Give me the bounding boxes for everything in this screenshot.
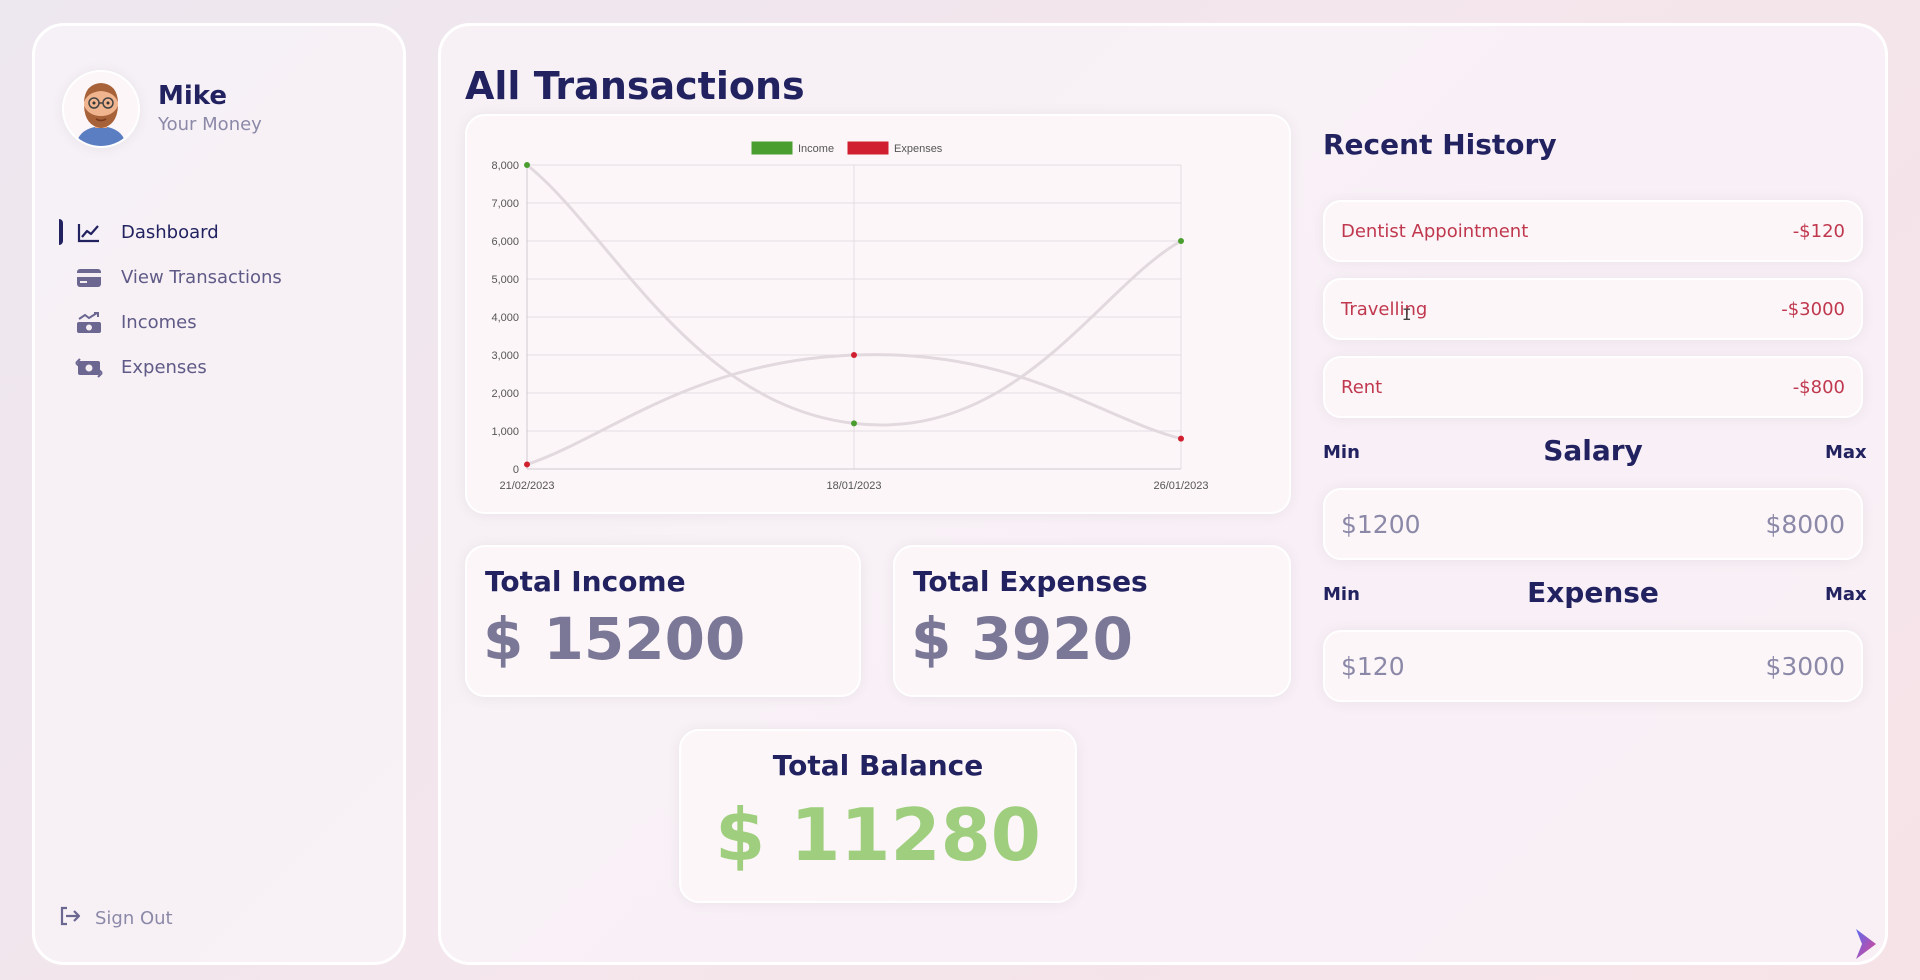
money-bill-transfer-icon <box>75 357 103 379</box>
total-expenses-title: Total Expenses <box>913 565 1148 598</box>
sidebar-item-label: Incomes <box>121 312 197 333</box>
legend-swatch <box>847 141 889 155</box>
total-expenses-value: $ 3920 <box>911 605 1133 673</box>
profile: Mike Your Money <box>62 70 262 148</box>
avatar <box>62 70 140 148</box>
y-tick-label: 2,000 <box>491 388 519 400</box>
app-logo-icon <box>1856 929 1876 959</box>
sidebar-item-label: Dashboard <box>121 222 219 243</box>
sidebar-item-label: Expenses <box>121 357 207 378</box>
legend-swatch <box>751 141 793 155</box>
total-expenses-card: Total Expenses $ 3920 <box>893 545 1291 697</box>
expense-title: Expense <box>1527 576 1659 609</box>
expense-max-value: $3000 <box>1765 651 1845 681</box>
money-bill-trend-up-icon <box>75 311 103 334</box>
legend-label: Expenses <box>894 143 943 155</box>
history-item-amount: -$3000 <box>1781 298 1845 320</box>
expense-range: $120 $3000 <box>1323 630 1863 702</box>
history-item[interactable]: Rent -$800 <box>1323 356 1863 418</box>
page-title: All Transactions <box>465 64 805 108</box>
y-tick-label: 3,000 <box>491 350 519 362</box>
credit-card-icon <box>75 267 103 289</box>
total-balance-value: $ 11280 <box>715 793 1041 877</box>
sidebar-item-dashboard[interactable]: Dashboard <box>35 210 403 255</box>
data-point-expenses <box>1178 435 1184 442</box>
bearded-man-avatar-icon <box>76 83 126 146</box>
expense-min-value: $120 <box>1341 651 1405 681</box>
sidebar-item-expenses[interactable]: Expenses <box>35 345 403 390</box>
total-income-title: Total Income <box>485 565 686 598</box>
total-income-card: Total Income $ 15200 <box>465 545 861 697</box>
salary-min-value: $1200 <box>1341 509 1421 539</box>
y-tick-label: 0 <box>513 464 519 476</box>
transactions-line-chart: 0 1,000 2,000 3,000 4,000 5,000 6,000 7,000 8,00… <box>491 141 1209 492</box>
expense-max-label: Max <box>1825 584 1867 605</box>
y-tick-label: 7,000 <box>491 198 519 210</box>
total-income-value: $ 15200 <box>483 605 746 673</box>
y-tick-label: 6,000 <box>491 236 519 248</box>
history-item-label: Dentist Appointment <box>1341 220 1529 242</box>
data-point-expenses <box>851 352 857 358</box>
y-tick-label: 1,000 <box>491 426 519 438</box>
y-tick-label: 8,000 <box>491 160 519 172</box>
legend-label: Income <box>798 143 834 155</box>
data-point-income <box>524 162 530 168</box>
profile-name: Mike <box>158 81 228 111</box>
sidebar: Mike Your Money Dashboard View Transacti… <box>32 23 406 965</box>
sidebar-item-label: View Transactions <box>121 267 282 288</box>
salary-title: Salary <box>1543 434 1643 467</box>
y-tick-label: 5,000 <box>491 274 519 286</box>
text-cursor-icon: I <box>1402 305 1412 324</box>
data-point-income <box>851 420 857 427</box>
sidebar-item-incomes[interactable]: Incomes <box>35 300 403 345</box>
history-item-label: Rent <box>1341 376 1383 398</box>
profile-subtitle: Your Money <box>158 114 262 135</box>
recent-history-title: Recent History <box>1323 128 1557 161</box>
x-tick-label: 18/01/2023 <box>826 480 881 492</box>
sign-out-button[interactable]: Sign Out <box>59 906 173 930</box>
main-panel: All Transactions 0 1,000 2,000 3,000 4,000 5,… <box>438 23 1888 965</box>
sign-out-label: Sign Out <box>95 907 173 929</box>
sign-out-icon <box>59 906 81 930</box>
salary-max-value: $8000 <box>1765 509 1845 539</box>
transactions-chart-card: 0 1,000 2,000 3,000 4,000 5,000 6,000 7,000 8,00… <box>465 114 1291 514</box>
chart-line-icon <box>75 222 103 244</box>
x-tick-label: 26/01/2023 <box>1153 480 1208 492</box>
sidebar-menu: Dashboard View Transactions Incomes Expe… <box>35 210 403 390</box>
sidebar-item-view-transactions[interactable]: View Transactions <box>35 255 403 300</box>
salary-max-label: Max <box>1825 442 1867 463</box>
y-tick-label: 4,000 <box>491 312 519 324</box>
total-balance-card: Total Balance $ 11280 <box>679 729 1077 903</box>
x-tick-label: 21/02/2023 <box>499 480 554 492</box>
history-item-label: Travelling <box>1341 298 1428 320</box>
history-item[interactable]: Dentist Appointment -$120 <box>1323 200 1863 262</box>
history-item-amount: -$120 <box>1792 220 1845 242</box>
history-item-amount: -$800 <box>1792 376 1845 398</box>
salary-range: $1200 $8000 <box>1323 488 1863 560</box>
total-balance-title: Total Balance <box>772 749 984 782</box>
data-point-expenses <box>524 461 530 468</box>
data-point-income <box>1178 238 1184 244</box>
